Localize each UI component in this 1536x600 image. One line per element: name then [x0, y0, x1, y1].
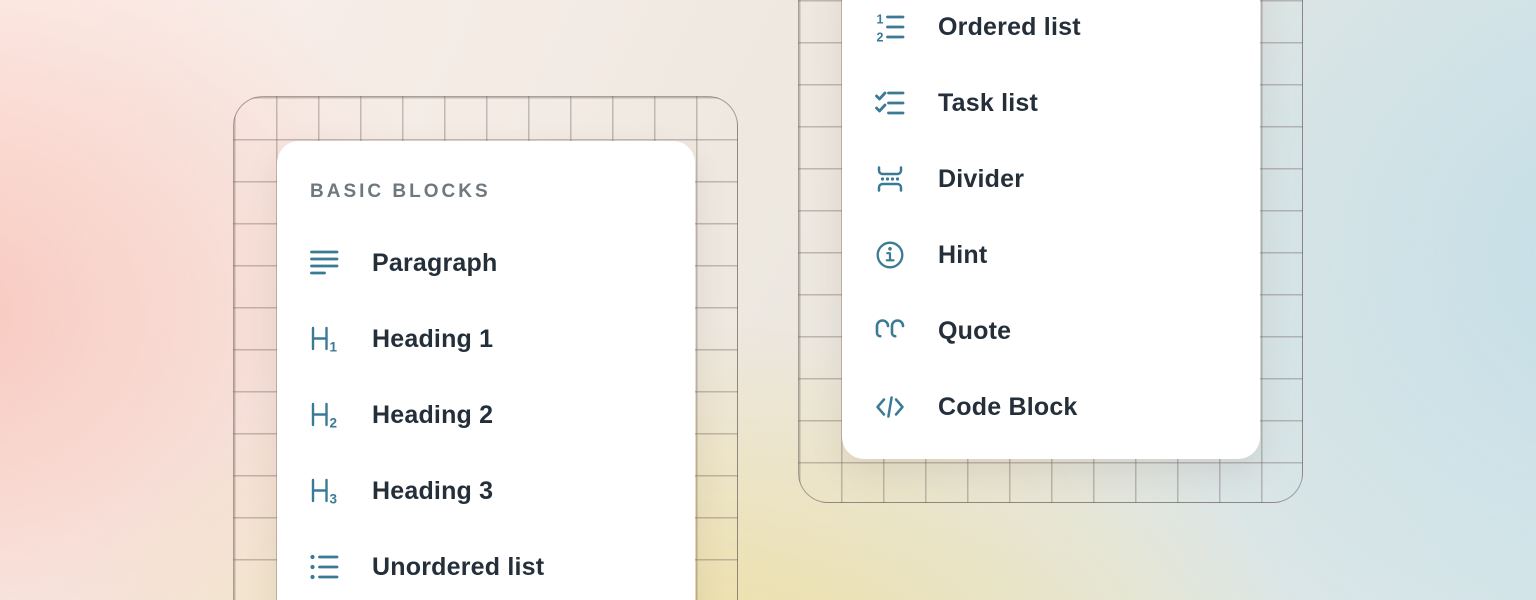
heading-level-digit: 3 — [330, 492, 338, 507]
menu-item-task-list[interactable]: Task list — [842, 65, 1260, 141]
menu-item-heading-2[interactable]: 2 Heading 2 — [277, 377, 695, 453]
basic-blocks-list: Paragraph 1 Heading 1 2 — [277, 225, 695, 600]
menu-item-heading-1[interactable]: 1 Heading 1 — [277, 301, 695, 377]
more-blocks-card: 1 2 Ordered list — [842, 0, 1260, 459]
menu-item-label: Quote — [938, 317, 1011, 346]
menu-item-hint[interactable]: Hint — [842, 217, 1260, 293]
heading-level-digit: 2 — [330, 416, 338, 431]
menu-item-heading-3[interactable]: 3 Heading 3 — [277, 453, 695, 529]
ordered-list-digit-1: 1 — [877, 13, 884, 27]
menu-item-label: Unordered list — [372, 553, 544, 582]
block-menu-screen: { "colors": { "accent": "#3b7a95", "labe… — [0, 0, 1536, 600]
menu-item-label: Heading 1 — [372, 325, 493, 354]
heading-2-icon: 2 — [308, 399, 340, 431]
menu-item-quote[interactable]: Quote — [842, 293, 1260, 369]
ordered-list-icon: 1 2 — [874, 11, 906, 43]
menu-item-ordered-list[interactable]: 1 2 Ordered list — [842, 0, 1260, 65]
heading-1-icon: 1 — [308, 323, 340, 355]
task-list-icon — [874, 87, 906, 119]
basic-blocks-card: BASIC BLOCKS Paragraph — [277, 141, 695, 600]
menu-item-divider[interactable]: Divider — [842, 141, 1260, 217]
menu-item-label: Code Block — [938, 393, 1078, 422]
menu-item-label: Divider — [938, 165, 1024, 194]
menu-item-label: Hint — [938, 241, 987, 270]
hint-icon — [874, 239, 906, 271]
more-blocks-list: 1 2 Ordered list — [842, 0, 1260, 445]
quote-icon — [874, 315, 906, 347]
section-title-basic-blocks: BASIC BLOCKS — [310, 181, 695, 205]
menu-item-label: Ordered list — [938, 13, 1081, 42]
menu-item-paragraph[interactable]: Paragraph — [277, 225, 695, 301]
menu-item-label: Task list — [938, 89, 1038, 118]
ordered-list-digit-2: 2 — [877, 31, 884, 44]
menu-item-label: Paragraph — [372, 249, 497, 278]
menu-item-unordered-list[interactable]: Unordered list — [277, 529, 695, 600]
heading-3-icon: 3 — [308, 475, 340, 507]
menu-item-code-block[interactable]: Code Block — [842, 369, 1260, 445]
paragraph-icon — [308, 247, 340, 279]
divider-icon — [874, 163, 906, 195]
code-block-icon — [874, 391, 906, 423]
menu-item-label: Heading 2 — [372, 401, 493, 430]
menu-item-label: Heading 3 — [372, 477, 493, 506]
heading-level-digit: 1 — [330, 340, 338, 355]
unordered-list-icon — [308, 551, 340, 583]
